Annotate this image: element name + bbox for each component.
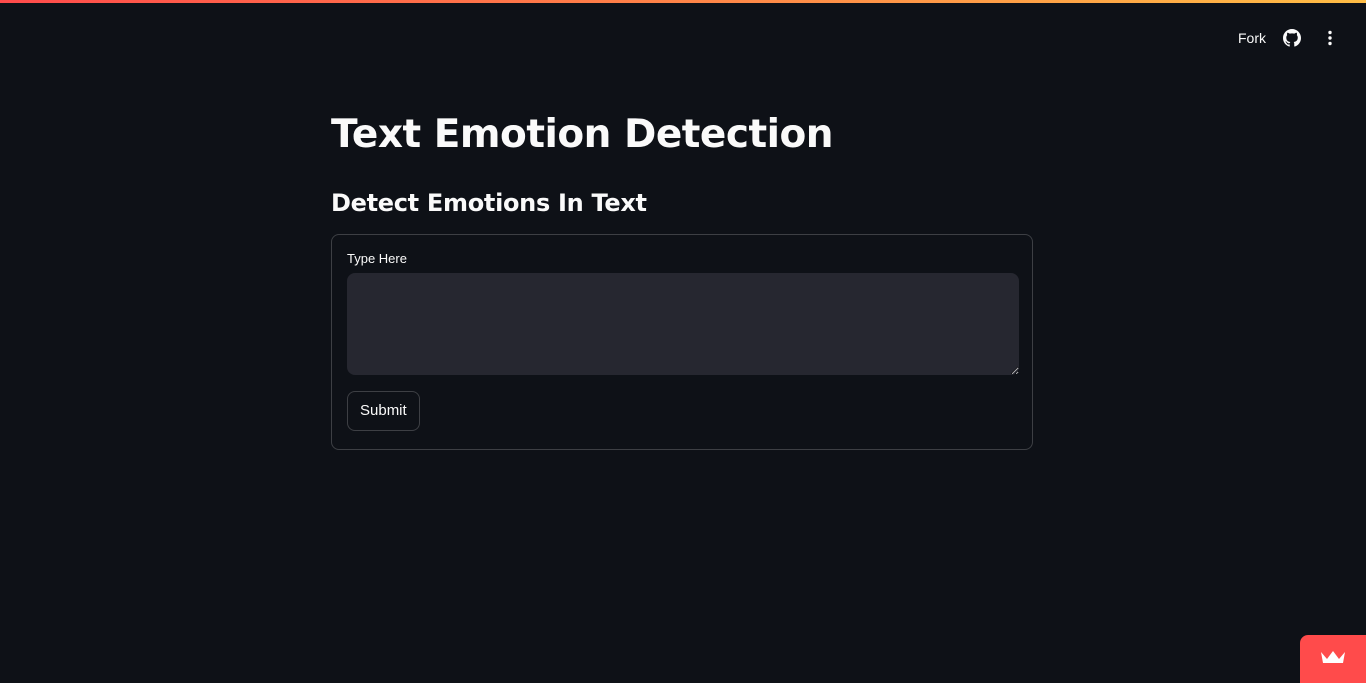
text-input-area[interactable]: [347, 272, 1019, 375]
streamlit-badge[interactable]: [1300, 635, 1366, 683]
crown-icon: [1320, 649, 1346, 670]
submit-button[interactable]: Submit: [347, 390, 420, 431]
github-icon[interactable]: [1280, 26, 1304, 50]
app-page: Fork Text Emotion Detection Detect Emoti…: [0, 0, 1366, 683]
kebab-menu-icon[interactable]: [1318, 26, 1342, 50]
main-content: Text Emotion Detection Detect Emotions I…: [331, 112, 1035, 450]
header-toolbar: Fork: [1238, 26, 1342, 50]
emotion-form: Type Here Submit: [331, 233, 1033, 450]
top-decoration-stripe: [0, 0, 1366, 3]
page-title: Text Emotion Detection: [331, 112, 834, 157]
fork-link[interactable]: Fork: [1238, 30, 1266, 46]
page-subtitle: Detect Emotions In Text: [331, 188, 647, 217]
textarea-label: Type Here: [347, 250, 407, 266]
